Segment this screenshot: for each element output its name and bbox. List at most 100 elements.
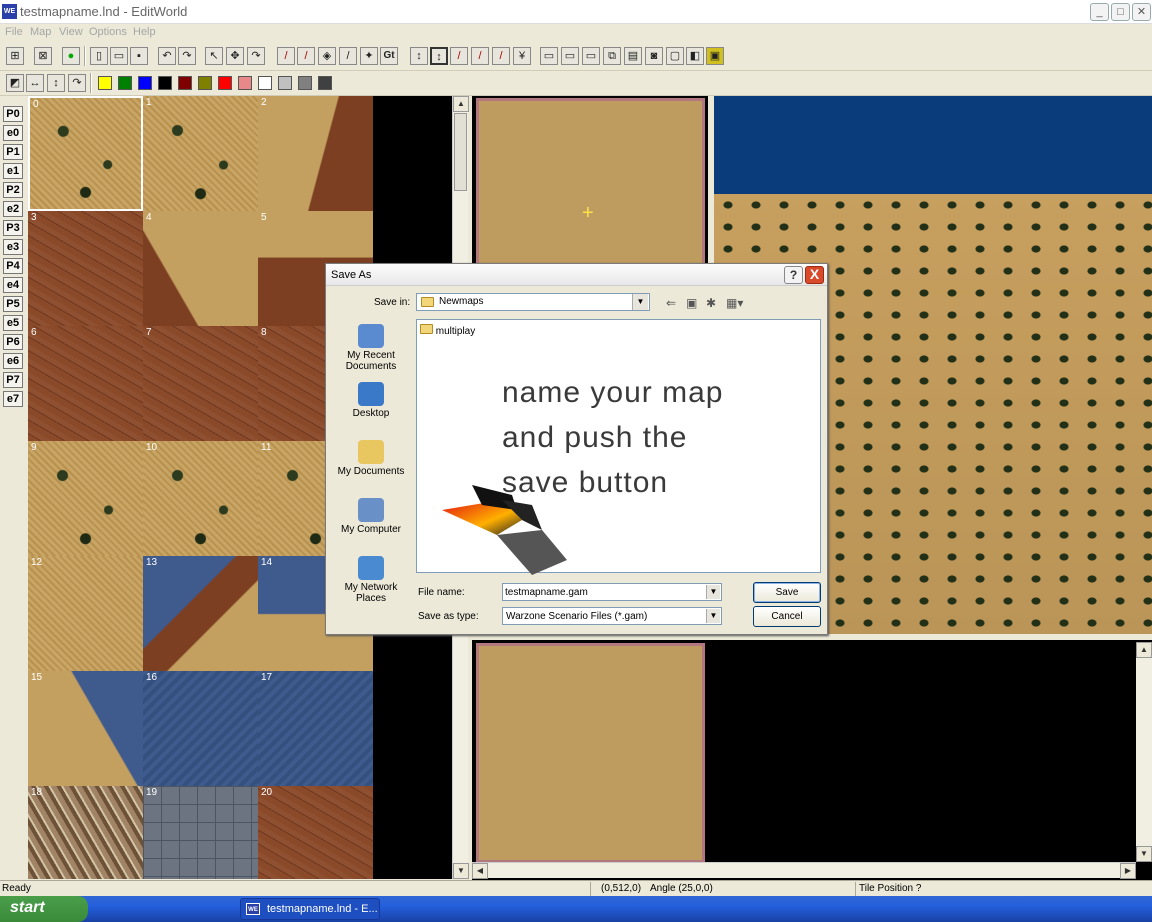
settings-icon[interactable]: ▣: [706, 47, 724, 65]
place-my-documents[interactable]: My Documents: [334, 440, 408, 477]
start-button[interactable]: start: [0, 896, 88, 922]
maximize-button[interactable]: □: [1111, 3, 1130, 21]
scroll-up-arrow-icon[interactable]: ▲: [1136, 642, 1152, 658]
save-type-dropdown[interactable]: Warzone Scenario Files (*.gam) ▼: [502, 607, 722, 625]
paint-icon[interactable]: /: [277, 47, 295, 65]
color-swatch[interactable]: [138, 76, 152, 90]
tile-3[interactable]: 3: [28, 211, 143, 326]
chevron-down-icon[interactable]: ▼: [632, 294, 648, 310]
player-button-e0[interactable]: e0: [3, 125, 23, 141]
player-button-e3[interactable]: e3: [3, 239, 23, 255]
tile-9[interactable]: 9: [28, 441, 143, 556]
tile-12[interactable]: 12: [28, 556, 143, 671]
color-swatch[interactable]: [118, 76, 132, 90]
tile-20[interactable]: 20: [258, 786, 373, 879]
color-swatch[interactable]: [98, 76, 112, 90]
player-button-e6[interactable]: e6: [3, 353, 23, 369]
brush4-icon[interactable]: ¥: [513, 47, 531, 65]
player-button-p4[interactable]: P4: [3, 258, 23, 274]
paste-icon[interactable]: ▤: [624, 47, 642, 65]
player-button-e4[interactable]: e4: [3, 277, 23, 293]
scroll-down-arrow-icon[interactable]: ▼: [1136, 846, 1152, 862]
tile-1[interactable]: 1: [143, 96, 258, 211]
smooth-icon[interactable]: ✦: [360, 47, 378, 65]
menu-help[interactable]: Help: [133, 26, 156, 38]
color-swatch[interactable]: [218, 76, 232, 90]
menu-view[interactable]: View: [59, 26, 83, 38]
color-swatch[interactable]: [278, 76, 292, 90]
taskbar-item[interactable]: testmapname.lnd - E...: [240, 898, 380, 920]
chevron-down-icon[interactable]: ▼: [706, 609, 720, 623]
view-scrollbar-vertical[interactable]: ▲ ▼: [1136, 642, 1152, 862]
brush3-icon[interactable]: /: [492, 47, 510, 65]
menu-options[interactable]: Options: [89, 26, 127, 38]
rotate-icon[interactable]: ↷: [247, 47, 265, 65]
move-icon[interactable]: ✥: [226, 47, 244, 65]
tile-6[interactable]: 6: [28, 326, 143, 441]
undo-icon[interactable]: ↶: [158, 47, 176, 65]
tile-16[interactable]: 16: [143, 671, 258, 786]
rect-icon[interactable]: ◩: [6, 74, 24, 92]
player-button-p5[interactable]: P5: [3, 296, 23, 312]
window2-icon[interactable]: ▭: [561, 47, 579, 65]
player-button-p1[interactable]: P1: [3, 144, 23, 160]
open-folder-icon[interactable]: ▭: [110, 47, 128, 65]
close-button[interactable]: ✕: [1132, 3, 1151, 21]
brush-icon[interactable]: /: [450, 47, 468, 65]
chevron-down-icon[interactable]: ▼: [706, 585, 720, 599]
tile-10[interactable]: 10: [143, 441, 258, 556]
tile-13[interactable]: 13: [143, 556, 258, 671]
tile-17[interactable]: 17: [258, 671, 373, 786]
up-folder-icon[interactable]: ▣: [686, 296, 697, 310]
player-button-p2[interactable]: P2: [3, 182, 23, 198]
tile-15[interactable]: 15: [28, 671, 143, 786]
target-icon[interactable]: ⊠: [34, 47, 52, 65]
tile-2[interactable]: 2: [258, 96, 373, 211]
updown2-icon[interactable]: ↕: [430, 47, 448, 65]
rotate-arrow-icon[interactable]: ↷: [68, 74, 86, 92]
dialog-close-icon[interactable]: X: [805, 266, 824, 284]
pointer-icon[interactable]: ↖: [205, 47, 223, 65]
flatten-icon[interactable]: /: [339, 47, 357, 65]
file-list[interactable]: multiplay name your map and push the sav…: [416, 319, 821, 575]
color-swatch[interactable]: [318, 76, 332, 90]
scroll-down-arrow-icon[interactable]: ▼: [453, 863, 469, 879]
player-button-e7[interactable]: e7: [3, 391, 23, 407]
toggle-icon[interactable]: ⊞: [6, 47, 24, 65]
list-item[interactable]: multiplay: [420, 324, 475, 337]
save-icon[interactable]: ▪: [130, 47, 148, 65]
color-swatch[interactable]: [158, 76, 172, 90]
new-file-icon[interactable]: ▯: [90, 47, 108, 65]
tile-18[interactable]: 18: [28, 786, 143, 879]
view-scrollbar-horizontal[interactable]: ◀ ▶: [472, 862, 1136, 879]
view-icon[interactable]: ▢: [666, 47, 684, 65]
scroll-right-arrow-icon[interactable]: ▶: [1120, 863, 1136, 879]
place-network[interactable]: My Network Places: [334, 556, 408, 604]
scroll-thumb[interactable]: [454, 113, 467, 191]
view-menu-icon[interactable]: ▦▾: [726, 296, 743, 310]
camera-icon[interactable]: ◙: [645, 47, 663, 65]
player-button-p0[interactable]: P0: [3, 106, 23, 122]
player-button-e2[interactable]: e2: [3, 201, 23, 217]
place-desktop[interactable]: Desktop: [334, 382, 408, 419]
new-folder-icon[interactable]: ✱: [706, 296, 716, 310]
fill-icon[interactable]: /: [297, 47, 315, 65]
circle-icon[interactable]: ●: [62, 47, 80, 65]
save-button[interactable]: Save: [753, 582, 821, 603]
vertical-arrows-icon[interactable]: ↕: [47, 74, 65, 92]
tile-7[interactable]: 7: [143, 326, 258, 441]
player-button-p3[interactable]: P3: [3, 220, 23, 236]
redo-icon[interactable]: ↷: [178, 47, 196, 65]
cancel-button[interactable]: Cancel: [753, 606, 821, 627]
brush2-icon[interactable]: /: [471, 47, 489, 65]
tile-0[interactable]: 0: [28, 96, 143, 211]
updown-icon[interactable]: ↕: [410, 47, 428, 65]
place-my-computer[interactable]: My Computer: [334, 498, 408, 535]
back-icon[interactable]: ⇐: [666, 296, 676, 310]
color-swatch[interactable]: [198, 76, 212, 90]
tile-4[interactable]: 4: [143, 211, 258, 326]
color-swatch[interactable]: [178, 76, 192, 90]
play-icon[interactable]: ◧: [686, 47, 704, 65]
menu-map[interactable]: Map: [30, 26, 51, 38]
tile-19[interactable]: 19: [143, 786, 258, 879]
